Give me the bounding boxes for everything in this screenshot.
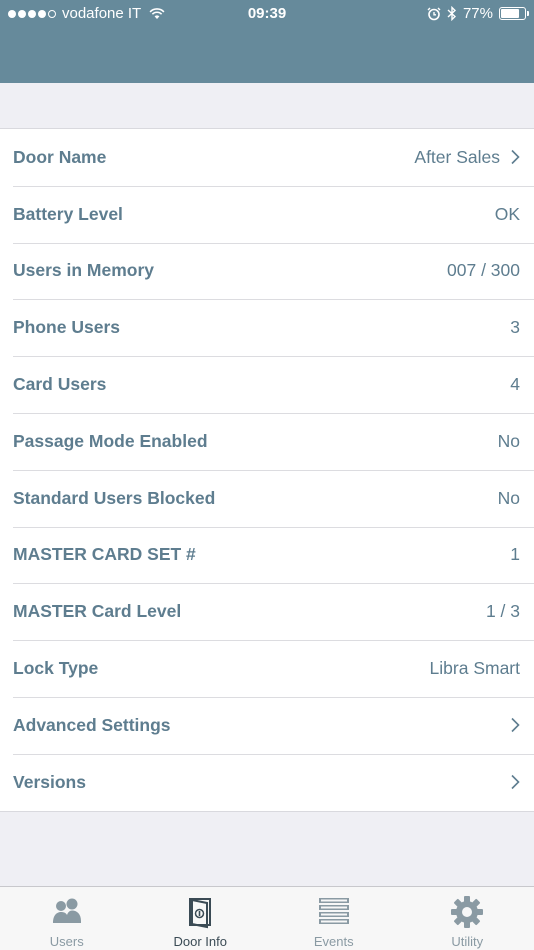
tab-label: Door Info (173, 934, 227, 949)
row-value: After Sales (414, 146, 500, 167)
row-card-users: Card Users 4 (0, 356, 534, 413)
tab-utility[interactable]: Utility (401, 887, 534, 950)
row-label: Door Name (13, 146, 107, 167)
row-advanced-settings[interactable]: Advanced Settings (0, 696, 534, 754)
row-label: MASTER Card Level (13, 601, 182, 622)
row-label: Passage Mode Enabled (13, 430, 208, 451)
row-label: Versions (13, 771, 86, 792)
tab-label: Events (313, 934, 354, 949)
row-passage-mode-enabled: Passage Mode Enabled No (0, 412, 534, 470)
battery-percent: 77% (462, 5, 493, 22)
door-info-list: Door Name After Sales Battery Level OK Users… (0, 128, 534, 812)
door-icon (183, 895, 217, 929)
status-bar: vodafone IT 09:39 77% (0, 0, 534, 28)
row-label: Phone Users (13, 317, 120, 338)
row-label: Lock Type (13, 658, 99, 679)
row-lock-type: Lock Type Libra Smart (0, 640, 534, 697)
row-value: 4 (510, 374, 520, 395)
row-battery-level: Battery Level OK (0, 185, 534, 243)
chevron-right-icon (510, 149, 520, 165)
row-value: No (497, 430, 520, 451)
row-value: 1 / 3 (485, 601, 520, 622)
chevron-right-icon (510, 717, 520, 733)
row-value: No (497, 487, 520, 508)
chevron-right-icon (510, 774, 520, 790)
row-value: 3 (510, 317, 520, 338)
tab-events[interactable]: Events (267, 887, 401, 950)
row-master-card-level: MASTER Card Level 1 / 3 (0, 583, 534, 640)
row-label: Standard Users Blocked (13, 487, 216, 508)
row-label: Battery Level (13, 203, 123, 224)
gear-icon (450, 895, 484, 929)
row-value: 1 (510, 544, 520, 565)
row-standard-users-blocked: Standard Users Blocked No (0, 469, 534, 527)
row-value: 007 / 300 (447, 260, 520, 281)
row-value: OK (494, 203, 520, 224)
status-right: 77% (427, 5, 529, 22)
tab-label: Users (49, 934, 84, 949)
tab-users[interactable]: Users (0, 887, 134, 950)
bluetooth-icon (447, 6, 456, 21)
row-phone-users: Phone Users 3 (0, 299, 534, 356)
tab-bar: Users Door Info Events Utility (0, 886, 534, 950)
navigation-header: vodafone IT 09:39 77% (0, 0, 534, 83)
row-label: Advanced Settings (13, 714, 171, 735)
row-label: Card Users (13, 374, 107, 395)
alarm-icon (427, 7, 441, 20)
users-icon (50, 895, 84, 929)
events-list-icon (317, 895, 351, 929)
row-users-in-memory: Users in Memory 007 / 300 (0, 242, 534, 300)
battery-icon (499, 7, 529, 20)
tab-label: Utility (451, 934, 484, 949)
row-label: MASTER CARD SET # (13, 544, 196, 565)
tab-door-info[interactable]: Door Info (134, 887, 268, 950)
row-master-card-set: MASTER CARD SET # 1 (0, 526, 534, 584)
row-door-name[interactable]: Door Name After Sales (0, 129, 534, 186)
row-value: Libra Smart (429, 658, 520, 679)
row-label: Users in Memory (13, 260, 155, 281)
row-versions[interactable]: Versions (0, 753, 534, 811)
